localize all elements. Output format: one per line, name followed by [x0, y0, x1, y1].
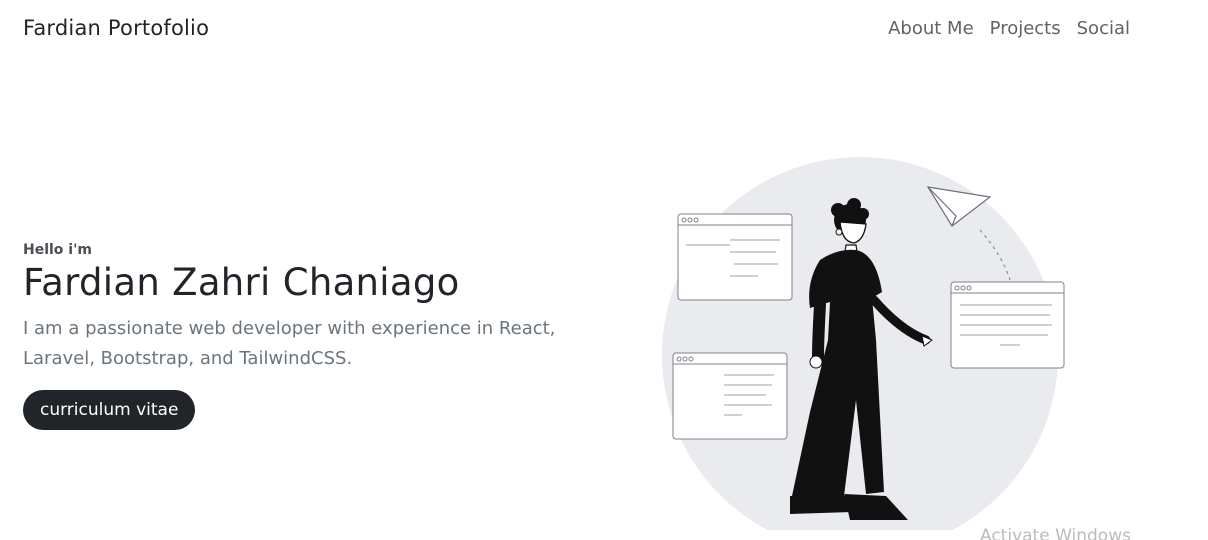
browser-window-icon [672, 352, 788, 440]
hero-illustration [660, 150, 1080, 540]
developer-illustration [662, 157, 1065, 540]
hero-section: Hello i'm Fardian Zahri Chaniago I am a … [23, 242, 563, 430]
nav-link-about-me[interactable]: About Me [888, 18, 974, 39]
nav-link-social[interactable]: Social [1077, 18, 1130, 39]
browser-window-icon [677, 213, 793, 301]
brand-logo-link[interactable]: Fardian Portofolio [23, 16, 209, 40]
hero-description: I am a passionate web developer with exp… [23, 318, 556, 369]
browser-window-icon [950, 281, 1065, 369]
curriculum-vitae-button[interactable]: curriculum vitae [23, 390, 196, 430]
navbar: Fardian Portofolio About Me Projects Soc… [0, 0, 1208, 62]
activate-windows-watermark: Activate Windows [980, 526, 1131, 540]
hero-greeting: Hello i'm [23, 242, 92, 258]
nav-link-projects[interactable]: Projects [990, 18, 1061, 39]
nav-links: About Me Projects Social [888, 18, 1130, 39]
hero-name: Fardian Zahri Chaniago [23, 261, 460, 304]
